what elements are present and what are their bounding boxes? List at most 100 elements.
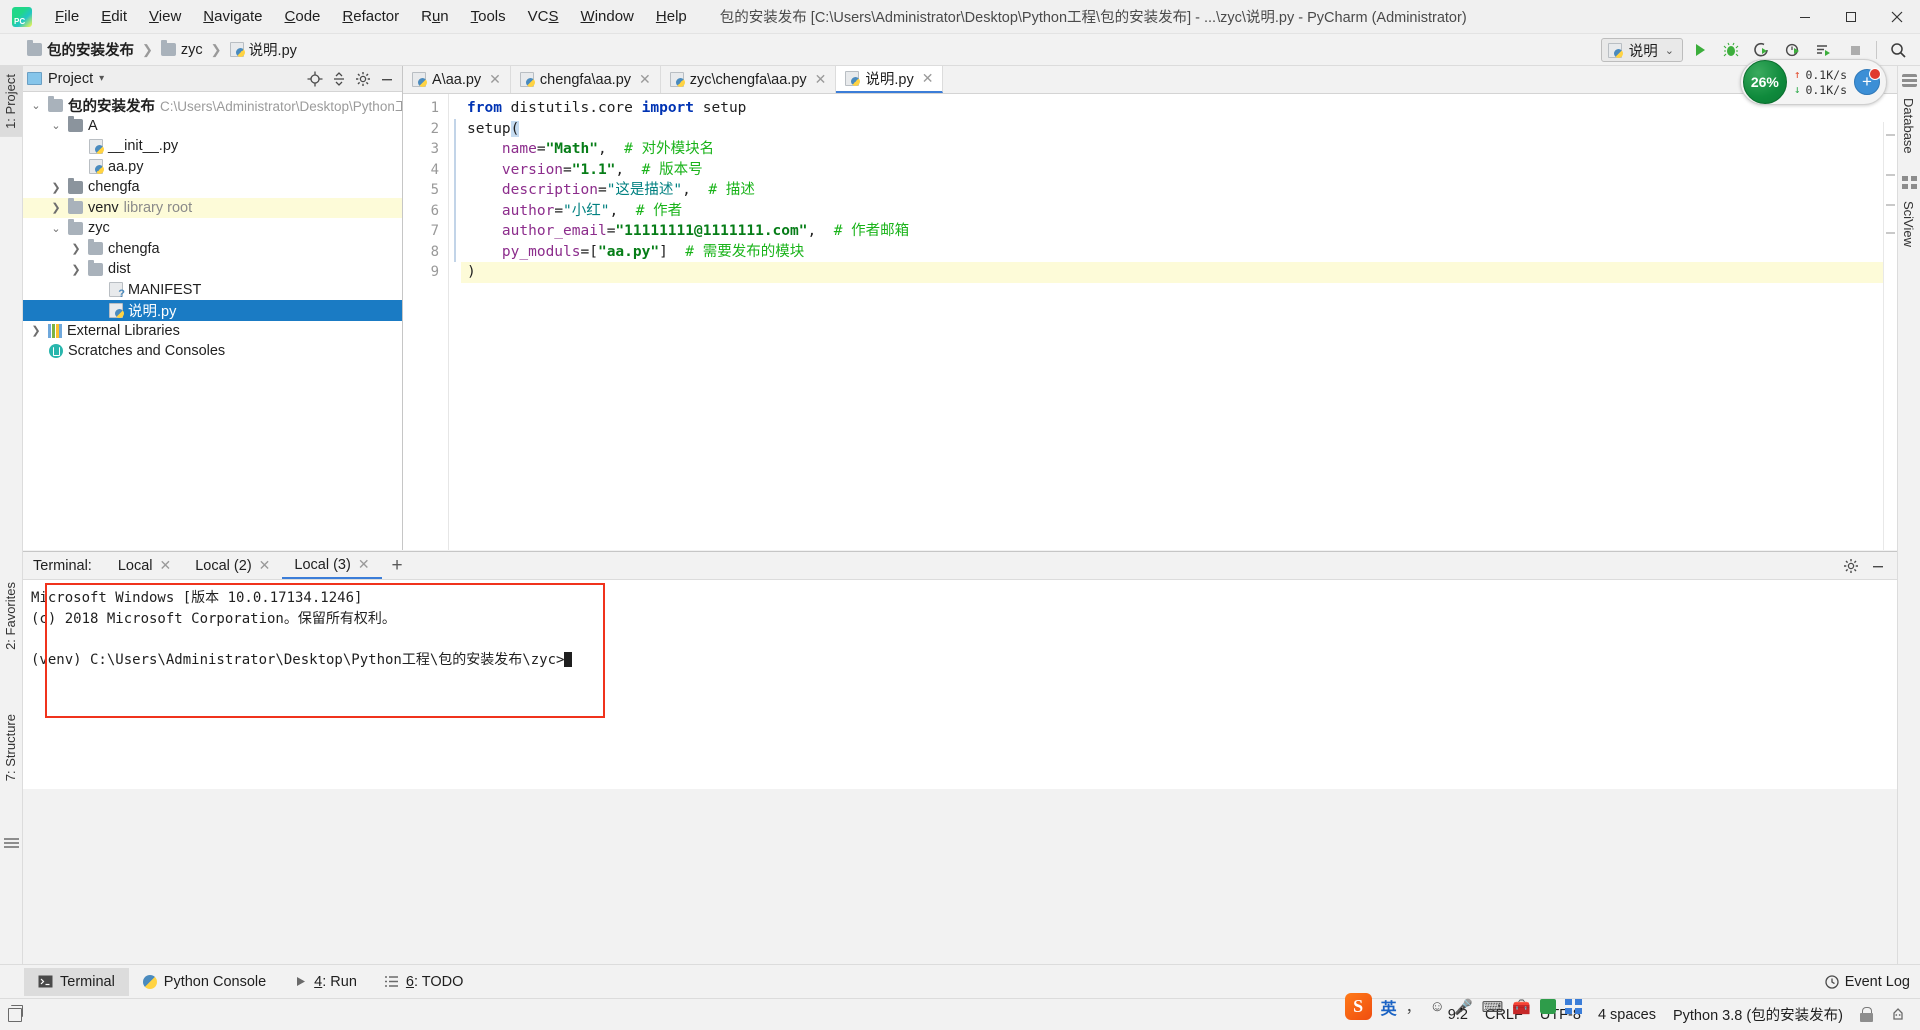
- tree-item-aa-py[interactable]: aa.py: [23, 157, 402, 178]
- editor-tab-shuoming-py[interactable]: 说明.py ✕: [836, 66, 944, 93]
- run-button[interactable]: [1686, 37, 1714, 63]
- close-icon[interactable]: ✕: [639, 71, 651, 88]
- editor-tab-label: 说明.py: [865, 72, 914, 88]
- code-folding-column[interactable]: [449, 94, 461, 550]
- bag-icon[interactable]: [1540, 999, 1556, 1014]
- breadcrumb-item-zyc[interactable]: zyc: [156, 40, 208, 60]
- terminal-tab-local-3[interactable]: Local (3) ✕: [282, 552, 382, 579]
- breadcrumb-item-file[interactable]: 说明.py: [225, 37, 302, 62]
- code-editor[interactable]: 1 2 3 4 5 6 7 8 9 from distutils.core im…: [403, 94, 1897, 550]
- tree-item-venv[interactable]: ❯ venv library root: [23, 197, 402, 218]
- editor-tab-a-aa-py[interactable]: A\aa.py ✕: [403, 66, 511, 93]
- memory-usage-indicator[interactable]: 26%: [1742, 60, 1787, 104]
- drag-handle-icon[interactable]: [4, 836, 19, 848]
- collapse-all-icon[interactable]: [328, 68, 350, 90]
- menu-item-file[interactable]: File: [44, 4, 90, 30]
- close-icon[interactable]: ✕: [259, 557, 271, 574]
- hide-panel-icon[interactable]: [376, 68, 398, 90]
- debug-button[interactable]: [1717, 37, 1745, 63]
- new-terminal-tab-button[interactable]: +: [382, 555, 413, 577]
- sidebar-item-sciview[interactable]: SciView: [1897, 193, 1920, 255]
- maximize-button[interactable]: [1828, 0, 1874, 34]
- chevron-down-icon[interactable]: ⌄: [29, 99, 43, 112]
- keyboard-icon[interactable]: ⌨: [1482, 998, 1504, 1016]
- locate-icon[interactable]: [304, 68, 326, 90]
- close-button[interactable]: [1874, 0, 1920, 34]
- bottom-tab-python-console[interactable]: Python Console: [129, 968, 280, 996]
- tree-item-a[interactable]: ⌄ A: [23, 116, 402, 137]
- hide-panel-icon[interactable]: [1867, 555, 1889, 577]
- add-button[interactable]: +: [1854, 68, 1881, 95]
- menu-item-window[interactable]: Window: [570, 4, 645, 30]
- tree-item-manifest[interactable]: MANIFEST: [23, 280, 402, 300]
- menu-item-edit[interactable]: Edit: [90, 4, 138, 30]
- tree-item-zyc[interactable]: ⌄ zyc: [23, 218, 402, 239]
- chevron-right-icon[interactable]: ❯: [69, 263, 83, 276]
- lock-icon[interactable]: [1860, 1007, 1873, 1022]
- chevron-down-icon[interactable]: ⌄: [49, 222, 63, 235]
- inspector-icon[interactable]: [1890, 1007, 1906, 1023]
- editor-tab-zyc-chengfa-aa-py[interactable]: zyc\chengfa\aa.py ✕: [661, 66, 837, 93]
- breadcrumb-item-project[interactable]: 包的安装发布: [22, 37, 139, 62]
- close-icon[interactable]: ✕: [489, 71, 501, 88]
- close-icon[interactable]: ✕: [358, 556, 370, 573]
- show-layout-icon[interactable]: [8, 1004, 23, 1022]
- search-everywhere-icon[interactable]: [1884, 37, 1912, 63]
- chevron-down-icon[interactable]: ⌄: [49, 119, 63, 132]
- editor-tab-chengfa-aa-py[interactable]: chengfa\aa.py ✕: [511, 66, 661, 93]
- sidebar-item-project[interactable]: 1: Project: [0, 66, 22, 137]
- memory-network-widget[interactable]: 26% ↑ 0.1K/s ↓ 0.1K/s +: [1739, 59, 1887, 105]
- menu-item-refactor[interactable]: Refactor: [331, 4, 410, 30]
- grid-icon[interactable]: [1565, 999, 1582, 1014]
- tree-item-chengfa[interactable]: ❯ chengfa: [23, 177, 402, 198]
- tree-item-dist[interactable]: ❯ dist: [23, 259, 402, 280]
- menu-item-help[interactable]: Help: [645, 4, 698, 30]
- ime-mode-label[interactable]: 英: [1381, 995, 1397, 1019]
- run-configuration-selector[interactable]: 说明 ⌄: [1600, 38, 1683, 62]
- code-content[interactable]: from distutils.core import setup setup( …: [461, 94, 1897, 550]
- toolbox-icon[interactable]: 🧰: [1512, 998, 1531, 1016]
- settings-gear-icon[interactable]: [352, 68, 374, 90]
- chevron-right-icon[interactable]: ❯: [29, 324, 43, 337]
- status-bar-left: [0, 1004, 23, 1022]
- python-interpreter[interactable]: Python 3.8 (包的安装发布): [1673, 1004, 1843, 1025]
- tree-item-project-root[interactable]: ⌄ 包的安装发布 C:\Users\Administrator\Desktop\…: [23, 95, 402, 116]
- bottom-tab-terminal[interactable]: Terminal: [24, 967, 129, 996]
- comma-icon[interactable]: ，: [1406, 996, 1421, 1017]
- sidebar-item-structure[interactable]: 7: Structure: [0, 706, 22, 789]
- settings-gear-icon[interactable]: [1840, 555, 1862, 577]
- tree-item-init-py[interactable]: __init__.py: [23, 136, 402, 157]
- event-log-button[interactable]: Event Log: [1825, 974, 1910, 990]
- sidebar-item-database[interactable]: Database: [1897, 90, 1920, 162]
- minimize-button[interactable]: [1782, 0, 1828, 34]
- chevron-right-icon[interactable]: ❯: [49, 181, 63, 194]
- database-icon[interactable]: [1902, 74, 1917, 87]
- chevron-right-icon[interactable]: ❯: [69, 242, 83, 255]
- close-icon[interactable]: ✕: [160, 557, 172, 574]
- close-icon[interactable]: ✕: [815, 71, 827, 88]
- tree-item-external-libraries[interactable]: ❯ External Libraries: [23, 321, 402, 342]
- tree-item-shuoming-py[interactable]: 说明.py: [23, 300, 402, 321]
- editor-markup-scrollbar[interactable]: [1883, 122, 1897, 550]
- close-icon[interactable]: ✕: [922, 70, 934, 87]
- terminal-tab-local[interactable]: Local ✕: [106, 553, 183, 578]
- terminal-output[interactable]: Microsoft Windows [版本 10.0.17134.1246] (…: [23, 580, 1897, 789]
- menu-item-tools[interactable]: Tools: [460, 4, 517, 30]
- microphone-icon[interactable]: 🎤: [1454, 998, 1473, 1016]
- chevron-right-icon[interactable]: ❯: [49, 201, 63, 214]
- bottom-tab-todo[interactable]: 6: TODO: [371, 968, 478, 996]
- menu-item-run[interactable]: Run: [410, 4, 460, 30]
- menu-item-vcs[interactable]: VCS: [517, 4, 570, 30]
- menu-item-navigate[interactable]: Navigate: [192, 4, 273, 30]
- smiley-icon[interactable]: ☺: [1430, 998, 1445, 1015]
- bottom-tab-run[interactable]: 4: Run: [280, 968, 371, 996]
- indent-setting[interactable]: 4 spaces: [1598, 1007, 1656, 1023]
- menu-item-view[interactable]: View: [138, 4, 192, 30]
- sidebar-item-favorites[interactable]: 2: Favorites: [0, 574, 22, 658]
- menu-item-code[interactable]: Code: [274, 4, 332, 30]
- sciview-icon[interactable]: [1902, 176, 1917, 189]
- tree-item-zyc-chengfa[interactable]: ❯ chengfa: [23, 239, 402, 260]
- terminal-tab-local-2[interactable]: Local (2) ✕: [183, 553, 282, 578]
- sogou-logo-icon[interactable]: S: [1344, 993, 1372, 1020]
- tree-item-scratches[interactable]: Scratches and Consoles: [23, 341, 402, 362]
